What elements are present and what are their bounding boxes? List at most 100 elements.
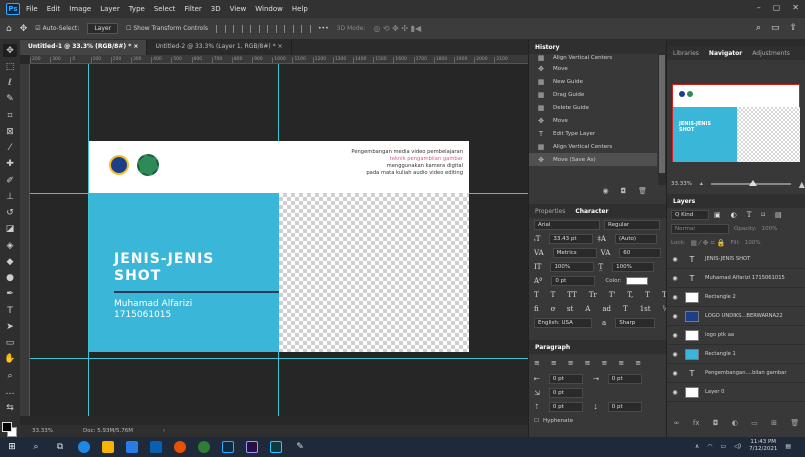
layer-row[interactable]: ◉ T Muhamad Alfarizi 1715061015: [667, 269, 805, 288]
photos-icon[interactable]: [150, 441, 162, 453]
visibility-eye-icon[interactable]: ◉: [671, 275, 679, 282]
notification-icon[interactable]: ▤: [785, 443, 791, 450]
windows-start-icon[interactable]: ⊞: [5, 440, 19, 454]
more-options-icon[interactable]: •••: [318, 25, 329, 32]
filter-shape-icon[interactable]: ⌑: [761, 211, 765, 219]
history-scrollbar[interactable]: [658, 54, 666, 185]
new-group-icon[interactable]: ▭: [751, 419, 758, 427]
swash-button[interactable]: A: [585, 305, 590, 313]
tab-close-icon[interactable]: ×: [278, 43, 283, 50]
filter-adjustment-icon[interactable]: ◐: [731, 211, 737, 219]
history-item[interactable]: ▦ Align Vertical Centers: [529, 54, 657, 62]
layer-row[interactable]: ◉ T JENIS-JENIS SHOT: [667, 250, 805, 269]
align-bottom-icon[interactable]: [301, 24, 312, 33]
discretionary-ligatures-button[interactable]: st: [567, 305, 573, 313]
history-item[interactable]: T Edit Type Layer: [529, 127, 657, 140]
frame-tool-icon[interactable]: ⊠: [3, 125, 17, 138]
home-icon[interactable]: ⌂: [6, 24, 12, 34]
indent-right-input[interactable]: 0 pt: [607, 374, 642, 384]
mail-icon[interactable]: [126, 441, 138, 453]
delete-layer-icon[interactable]: 🗑: [790, 419, 799, 427]
navigator-zoom-value[interactable]: 33.33%: [671, 181, 692, 187]
share-icon[interactable]: ⇪: [789, 23, 797, 33]
document-canvas[interactable]: Pengembangan media video pembelajaran te…: [89, 141, 469, 352]
link-layers-icon[interactable]: ∞: [674, 419, 680, 427]
horizontal-ruler[interactable]: 200 300 0 100 200 300 400 500 600 700 800 900 1000 11…: [30, 55, 528, 64]
new-snapshot-icon[interactable]: ◉: [602, 187, 608, 199]
chrome-icon[interactable]: [198, 441, 210, 453]
align-middle-icon[interactable]: [284, 24, 295, 33]
tab-untitled-2[interactable]: Untitled-2 @ 33.3% (Layer 1, RGB/8#) * ×: [147, 40, 292, 55]
maximize-button[interactable]: ▢: [773, 3, 781, 12]
kerning-select[interactable]: Metrics: [552, 248, 597, 258]
search-icon[interactable]: ⌕: [756, 23, 761, 33]
opacity-input[interactable]: 100%: [762, 226, 778, 232]
menu-image[interactable]: Image: [69, 5, 91, 13]
visibility-eye-icon[interactable]: ◉: [671, 370, 679, 377]
layer-row[interactable]: ◉ logo ptk aa: [667, 326, 805, 345]
hyphenate-checkbox[interactable]: ☐: [534, 418, 539, 424]
auto-select-checkbox[interactable]: ☑ Auto-Select:: [35, 25, 79, 32]
tab-history[interactable]: History: [535, 44, 560, 51]
tab-layers[interactable]: Layers: [673, 198, 695, 205]
visibility-eye-icon[interactable]: ◉: [671, 313, 679, 320]
antialias-select[interactable]: Sharp: [615, 318, 656, 328]
tab-adjustments[interactable]: Adjustments: [752, 50, 790, 57]
camera-icon[interactable]: ◘: [621, 187, 627, 199]
history-item[interactable]: ✥ Move: [529, 62, 657, 75]
adjustment-layer-icon[interactable]: ◐: [732, 419, 738, 427]
underline-button[interactable]: T: [645, 291, 650, 299]
navigator-preview[interactable]: JENIS-JENIS SHOT: [672, 84, 800, 162]
more-tools-icon[interactable]: …: [3, 385, 17, 398]
fill-input[interactable]: 100%: [745, 240, 761, 246]
new-layer-icon[interactable]: ⊞: [771, 419, 777, 427]
horizontal-scale-input[interactable]: 100%: [612, 262, 655, 272]
dodge-tool-icon[interactable]: ●: [3, 272, 17, 285]
baseline-shift-input[interactable]: 0 pt: [551, 276, 596, 286]
layer-row[interactable]: ◉ Layer 0: [667, 383, 805, 402]
marquee-tool-icon[interactable]: ⬚: [3, 60, 17, 73]
menu-help[interactable]: Help: [292, 5, 308, 13]
visibility-eye-icon[interactable]: ◉: [671, 332, 679, 339]
app-icon[interactable]: ✎: [293, 440, 307, 454]
menu-type[interactable]: Type: [129, 5, 145, 13]
tab-character[interactable]: Character: [575, 208, 608, 215]
store-icon[interactable]: [102, 441, 114, 453]
eraser-tool-icon[interactable]: ◪: [3, 223, 17, 236]
menu-window[interactable]: Window: [255, 5, 283, 13]
tab-close-icon[interactable]: ×: [133, 43, 138, 50]
tab-libraries[interactable]: Libraries: [673, 50, 699, 57]
layer-style-icon[interactable]: fx: [693, 419, 700, 427]
history-item[interactable]: ▦ Drag Guide: [529, 88, 657, 101]
transform-controls-checkbox[interactable]: ☐ Show Transform Controls: [126, 25, 208, 32]
quick-select-tool-icon[interactable]: ✎: [3, 93, 17, 106]
menu-file[interactable]: File: [26, 5, 38, 13]
filter-smart-object-icon[interactable]: ▤: [775, 211, 782, 219]
3d-orbit-icon[interactable]: ◎ ⟲ ✥ ✣ ▮◀: [373, 24, 421, 33]
lightroom-taskbar-icon[interactable]: [270, 441, 282, 453]
pen-tool-icon[interactable]: ✒: [3, 288, 17, 301]
search-icon[interactable]: ⌕: [29, 440, 43, 454]
history-item[interactable]: ▦ Delete Guide: [529, 101, 657, 114]
faux-italic-button[interactable]: T: [551, 291, 556, 299]
tab-untitled-1[interactable]: Untitled-1 @ 33.3% (RGB/8#) * ×: [20, 40, 148, 55]
menu-select[interactable]: Select: [154, 5, 176, 13]
align-right-text-icon[interactable]: ≡: [568, 359, 574, 367]
align-left-icon[interactable]: [216, 24, 227, 33]
align-center-text-icon[interactable]: ≡: [551, 359, 557, 367]
justify-last-center-icon[interactable]: ≡: [602, 359, 608, 367]
history-item[interactable]: ▦ Align Vertical Centers: [529, 140, 657, 153]
menu-edit[interactable]: Edit: [47, 5, 61, 13]
workspace-icon[interactable]: ▭: [771, 23, 780, 33]
history-item[interactable]: ▦ New Guide: [529, 75, 657, 88]
move-tool-icon[interactable]: ✥: [3, 44, 17, 58]
superscript-button[interactable]: T': [609, 291, 616, 299]
firefox-icon[interactable]: [174, 441, 186, 453]
tab-paragraph[interactable]: Paragraph: [535, 344, 570, 351]
brush-tool-icon[interactable]: ✐: [3, 174, 17, 187]
align-left-text-icon[interactable]: ≡: [534, 359, 540, 367]
menu-layer[interactable]: Layer: [100, 5, 120, 13]
small-caps-button[interactable]: Tr: [589, 291, 597, 299]
menu-filter[interactable]: Filter: [184, 5, 201, 13]
leading-input[interactable]: (Auto): [614, 234, 657, 244]
